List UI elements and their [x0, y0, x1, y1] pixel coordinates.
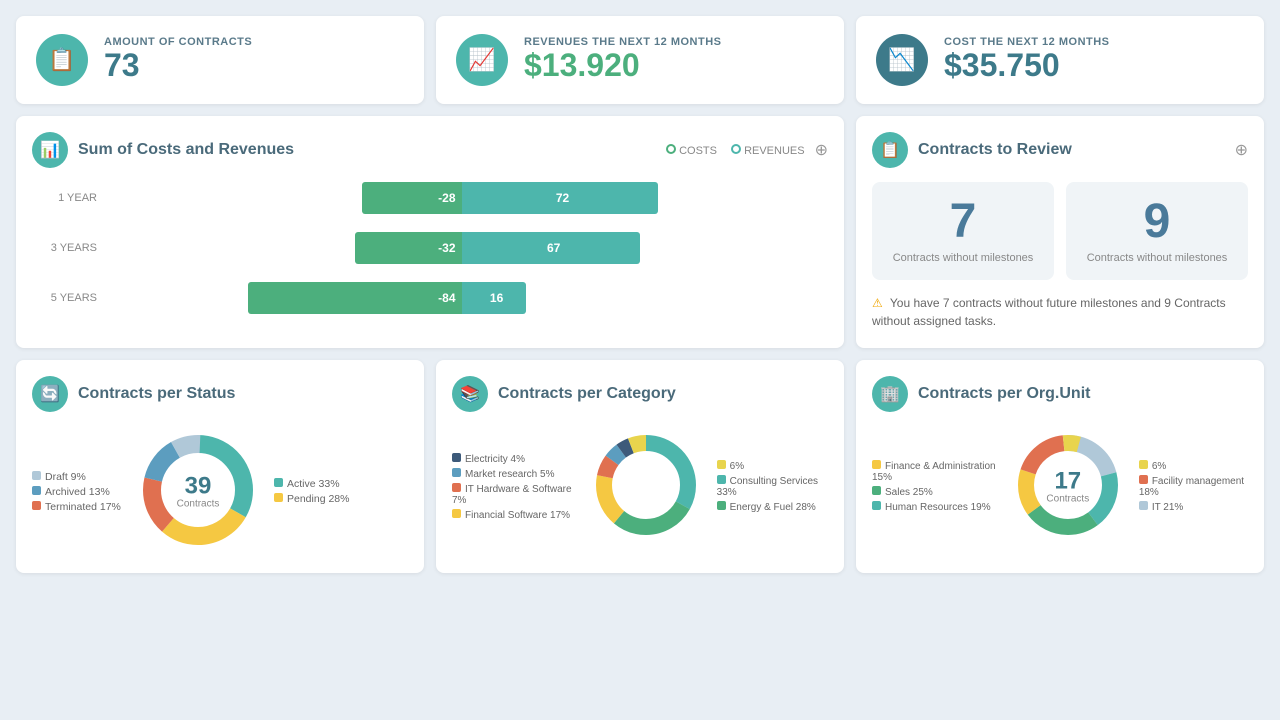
revenues-icon: 📈 — [456, 34, 508, 86]
legend-energy: Energy & Fuel 28% — [717, 501, 828, 513]
status-donut-center: 39 Contracts — [177, 474, 220, 509]
bar-label-5years: 5 YEARS — [42, 292, 97, 304]
sum-panel-icon: 📊 — [32, 132, 68, 168]
legend-financial: Financial Software 17% — [452, 509, 575, 521]
review-panel-icon: 📋 — [872, 132, 908, 168]
legend-it-hardware: IT Hardware & Software 7% — [452, 483, 575, 506]
orgunit-panel-title: Contracts per Org.Unit — [918, 385, 1248, 403]
legend-archived: Archived 13% — [32, 486, 122, 498]
costs-legend-item: COSTS — [666, 144, 717, 157]
cost-icon: 📉 — [876, 34, 928, 86]
contracts-category-panel: 📚 Contracts per Category Electricity 4% … — [436, 360, 844, 573]
legend-draft: Draft 9% — [32, 471, 122, 483]
kpi-revenues-12: 📈 REVENUES THE NEXT 12 MONTHS $13.920 — [436, 16, 844, 104]
bar-neg-3years: -32 — [355, 232, 462, 264]
review-target-icon[interactable]: ⊕ — [1235, 140, 1248, 160]
bar-pos-3years: 67 — [462, 232, 640, 264]
legend-other-6: 6% — [717, 460, 828, 472]
revenues-legend-item: REVENUES — [731, 144, 805, 157]
legend-market: Market research 5% — [452, 468, 575, 480]
legend-terminated: Terminated 17% — [32, 501, 122, 513]
kpi-revenues-value: $13.920 — [524, 48, 721, 83]
sum-panel-legend: COSTS REVENUES — [666, 144, 805, 157]
review-card-milestones: 7 Contracts without milestones — [872, 182, 1054, 280]
orgunit-panel-icon: 🏢 — [872, 376, 908, 412]
review-card-tasks: 9 Contracts without milestones — [1066, 182, 1248, 280]
revenues-dot — [731, 144, 741, 154]
review-cards-container: 7 Contracts without milestones 9 Contrac… — [872, 182, 1248, 280]
status-panel-icon: 🔄 — [32, 376, 68, 412]
warning-icon: ⚠ — [872, 296, 883, 310]
kpi-cost-value: $35.750 — [944, 48, 1110, 83]
legend-it: IT 21% — [1139, 501, 1248, 513]
category-panel-title: Contracts per Category — [498, 385, 828, 403]
sum-target-icon[interactable]: ⊕ — [815, 140, 828, 160]
bar-pos-5years: 16 — [462, 282, 526, 314]
review-tasks-number: 9 — [1082, 198, 1232, 246]
sum-costs-revenues-panel: 📊 Sum of Costs and Revenues COSTS REVENU… — [16, 116, 844, 348]
review-warning: ⚠ You have 7 contracts without future mi… — [872, 294, 1248, 330]
legend-sales: Sales 25% — [872, 486, 997, 498]
legend-electricity: Electricity 4% — [452, 453, 575, 465]
kpi-cost-12: 📉 COST THE NEXT 12 MONTHS $35.750 — [856, 16, 1264, 104]
legend-pending: Pending 28% — [274, 493, 349, 505]
bar-label-3years: 3 YEARS — [42, 242, 97, 254]
bar-neg-5years: -84 — [248, 282, 462, 314]
legend-other-6-org: 6% — [1139, 460, 1248, 472]
legend-hr: Human Resources 19% — [872, 501, 997, 513]
category-donut — [591, 430, 701, 543]
category-panel-icon: 📚 — [452, 376, 488, 412]
bar-row-3years: 3 YEARS -32 67 — [42, 232, 818, 264]
contracts-icon: 📋 — [36, 34, 88, 86]
bar-pos-1year: 72 — [462, 182, 658, 214]
bar-neg-1year: -28 — [362, 182, 462, 214]
bar-row-1year: 1 YEAR -28 72 — [42, 182, 818, 214]
orgunit-donut-center: 17 Contracts — [1046, 469, 1089, 504]
sum-panel-title: Sum of Costs and Revenues — [78, 141, 656, 159]
legend-consulting: Consulting Services 33% — [717, 475, 828, 498]
costs-dot — [666, 144, 676, 154]
status-panel-title: Contracts per Status — [78, 385, 408, 403]
contracts-status-panel: 🔄 Contracts per Status Draft 9% Archived… — [16, 360, 424, 573]
kpi-amount-contracts: 📋 AMOUNT OF CONTRACTS 73 — [16, 16, 424, 104]
orgunit-donut-section: Finance & Administration 15% Sales 25% H… — [872, 426, 1248, 547]
legend-finance: Finance & Administration 15% — [872, 460, 997, 483]
status-donut: 39 Contracts — [138, 430, 258, 553]
review-milestones-label: Contracts without milestones — [888, 252, 1038, 264]
bar-chart: 1 YEAR -28 72 3 YEARS -32 — [32, 182, 828, 314]
legend-facility: Facility management 18% — [1139, 475, 1248, 498]
review-tasks-label: Contracts without milestones — [1082, 252, 1232, 264]
kpi-amount-value: 73 — [104, 48, 252, 83]
status-donut-section: Draft 9% Archived 13% Terminated 17% — [32, 426, 408, 557]
bar-row-5years: 5 YEARS -84 16 — [42, 282, 818, 314]
orgunit-donut: 17 Contracts — [1013, 430, 1123, 543]
legend-active: Active 33% — [274, 478, 349, 490]
contracts-review-panel: 📋 Contracts to Review ⊕ 7 Contracts with… — [856, 116, 1264, 348]
review-panel-title: Contracts to Review — [918, 141, 1225, 159]
category-donut-section: Electricity 4% Market research 5% IT Har… — [452, 426, 828, 547]
review-milestones-number: 7 — [888, 198, 1038, 246]
bar-label-1year: 1 YEAR — [42, 192, 97, 204]
contracts-orgunit-panel: 🏢 Contracts per Org.Unit Finance & Admin… — [856, 360, 1264, 573]
